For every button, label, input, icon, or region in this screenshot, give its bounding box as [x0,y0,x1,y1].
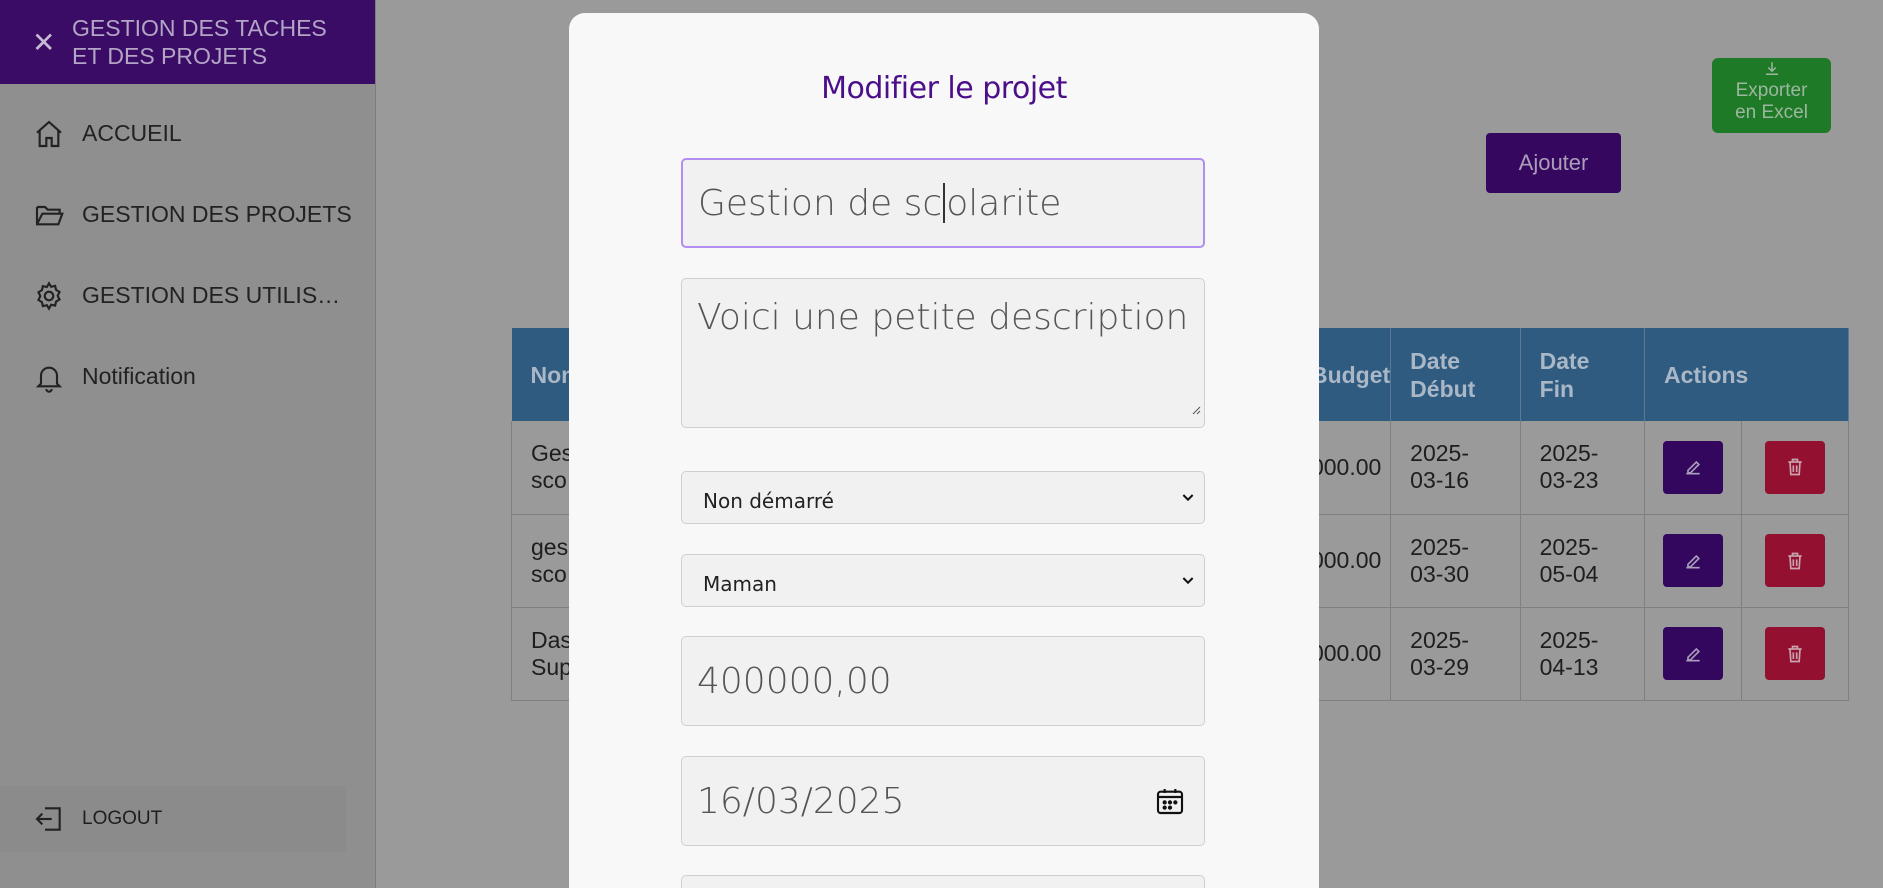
pencil-icon [1686,554,1700,568]
close-icon[interactable]: ✕ [32,26,70,59]
calendar-icon[interactable] [1154,785,1186,826]
end-date-input[interactable] [681,875,1205,888]
bell-icon [32,360,66,394]
sidebar-item-label: GESTION DES PROJETS [82,201,352,227]
edit-button[interactable] [1662,627,1723,680]
cell-end-date: 2025- 04-13 [1519,607,1646,701]
sidebar-item-notification[interactable]: Notification [0,336,375,417]
sidebar: ✕ GESTION DES TACHES ET DES PROJETS ACCU… [0,0,376,888]
app-title: GESTION DES TACHES ET DES PROJETS [72,15,327,69]
start-date-input[interactable]: 16/03/2025 [681,756,1205,846]
budget-input[interactable]: 400000,00 [681,636,1205,726]
cell-start-date: 2025- 03-16 [1390,421,1521,515]
sidebar-item-utilisateurs[interactable]: GESTION DES UTILISATEURS [0,255,375,336]
folder-icon [32,198,66,232]
trash-icon [1788,645,1802,662]
download-icon [1712,60,1831,80]
assigned-user-select[interactable]: Maman [681,554,1205,607]
trash-icon [1788,458,1802,476]
chevron-down-icon [1180,569,1196,593]
project-description-textarea[interactable]: Voici une petite description [681,278,1205,428]
export-excel-button[interactable]: Exporter en Excel [1712,58,1831,133]
status-select[interactable]: Non démarré [681,471,1205,524]
column-header-actions: Actions [1644,328,1849,421]
edit-button[interactable] [1662,534,1723,587]
logout-icon [32,802,66,836]
pencil-icon [1686,461,1700,475]
project-name-input[interactable]: Gestion de sc olarite [681,158,1205,248]
gear-icon [32,279,66,313]
cell-end-date: 2025- 05-04 [1519,514,1646,608]
sidebar-item-label: GESTION DES UTILISATEURS [82,282,352,308]
sidebar-item-projets[interactable]: GESTION DES PROJETS [0,174,375,255]
column-header-date-debut: Date Début [1390,328,1521,421]
sidebar-item-label: ACCUEIL [82,120,182,146]
cell-end-date: 2025- 03-23 [1519,421,1646,515]
modal-title: Modifier le projet [821,71,1067,106]
logout-label: LOGOUT [82,808,163,829]
trash-icon [1788,552,1802,569]
delete-button[interactable] [1764,627,1825,680]
cell-start-date: 2025- 03-30 [1390,514,1521,608]
sidebar-header: ✕ GESTION DES TACHES ET DES PROJETS [0,0,375,84]
edit-project-modal: Modifier le projet Gestion de sc olarite … [569,13,1319,888]
pencil-icon [1686,647,1700,661]
delete-button[interactable] [1764,440,1825,494]
delete-button[interactable] [1764,534,1825,587]
edit-button[interactable] [1662,440,1723,494]
resize-handle-icon[interactable] [1189,383,1201,424]
text-caret [943,183,946,223]
sidebar-item-label: Notification [82,363,196,389]
cell-start-date: 2025- 03-29 [1390,607,1521,701]
add-project-button[interactable]: Ajouter [1486,133,1621,193]
home-icon [32,117,66,151]
chevron-down-icon [1180,486,1196,510]
column-header-date-fin: Date Fin [1520,328,1646,421]
logout-button[interactable]: LOGOUT [0,786,346,852]
sidebar-item-accueil[interactable]: ACCUEIL [0,93,375,174]
